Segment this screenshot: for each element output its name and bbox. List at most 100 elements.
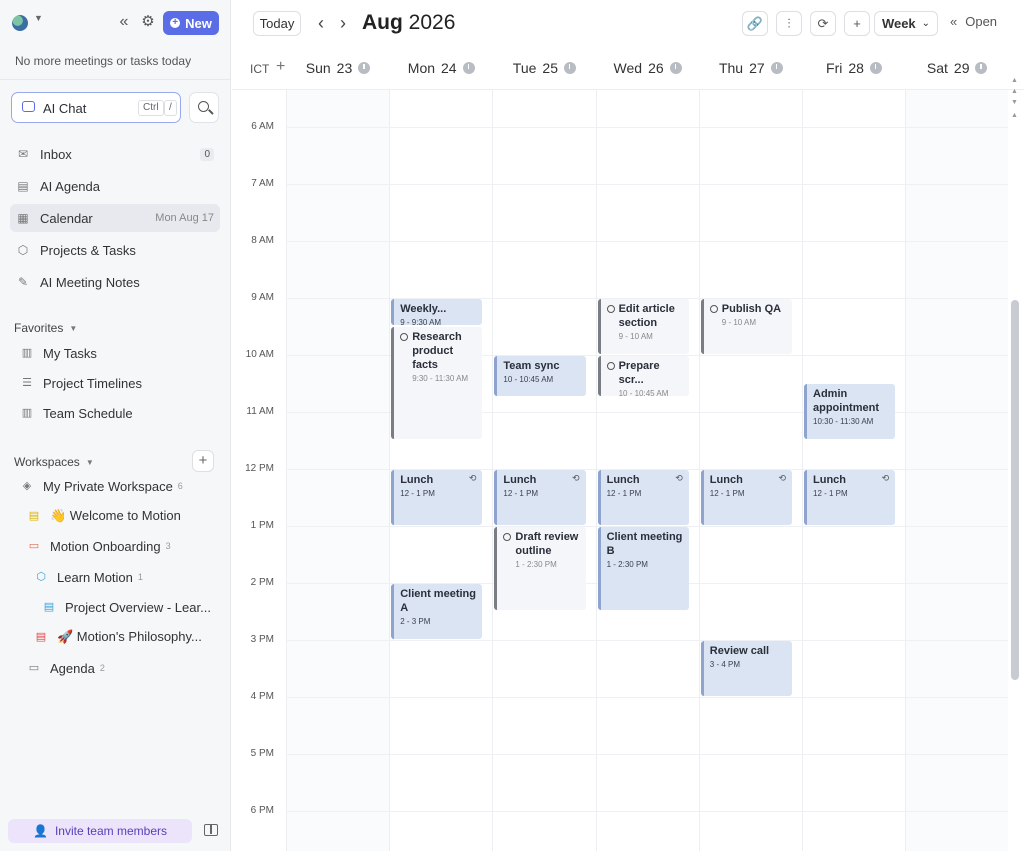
- clock-icon[interactable]: [669, 62, 682, 74]
- folder-agenda[interactable]: ▭ Agenda 2: [27, 657, 105, 679]
- project-learn-motion[interactable]: ⬡ Learn Motion 1: [34, 566, 143, 588]
- event-title: Research product facts: [412, 331, 462, 371]
- favorite-team-schedule[interactable]: ▥ Team Schedule: [20, 402, 133, 424]
- task-checkbox-icon[interactable]: [400, 333, 409, 341]
- event-block[interactable]: Client meeting B 1 - 2:30 PM: [597, 526, 689, 610]
- calendar-header: Today ‹ › Aug 2026 🔗 ⫶ ⟳ + Week ⌄ « Open: [232, 0, 1024, 48]
- new-button[interactable]: + New: [163, 11, 219, 35]
- event-block[interactable]: Admin appointment 10:30 - 11:30 AM: [804, 384, 896, 439]
- event-time: 10 - 10:45 AM: [618, 388, 669, 397]
- view-select[interactable]: Week ⌄: [874, 11, 938, 36]
- vertical-scrollbar[interactable]: [1011, 300, 1019, 680]
- favorite-project-timelines[interactable]: ☰ Project Timelines: [20, 372, 142, 394]
- sidebar-item-ai-meeting-notes[interactable]: ✎ AI Meeting Notes: [10, 268, 220, 296]
- event-block[interactable]: Review call 3 - 4 PM: [700, 640, 792, 696]
- folder-icon: ▭: [28, 540, 40, 552]
- scroll-up-icon[interactable]: ▲: [1011, 88, 1018, 95]
- chevron-down-icon[interactable]: ▼: [34, 13, 43, 23]
- day-header[interactable]: Sat 29: [905, 60, 1009, 76]
- cube-icon: ⬡: [36, 571, 46, 583]
- search-button[interactable]: [189, 92, 219, 123]
- link-icon[interactable]: 🔗: [742, 11, 768, 36]
- clock-icon[interactable]: [975, 62, 988, 74]
- timeline-icon: ☰: [22, 377, 32, 389]
- calendar-grid[interactable]: 6 AM 7 AM 8 AM 9 AM 10 AM 11 AM 12 PM 1 PM 2 PM 3…: [232, 90, 1008, 851]
- hour-label: 4 PM: [250, 690, 274, 702]
- sidebar-item-projects-tasks[interactable]: ⬡ Projects & Tasks: [10, 236, 220, 264]
- day-header[interactable]: Thu 27: [699, 60, 803, 76]
- task-block[interactable]: Draft review outline 1 - 2:30 PM: [494, 526, 586, 610]
- item-count: 6: [177, 481, 183, 491]
- folder-motion-onboarding[interactable]: ▭ Motion Onboarding 3: [27, 535, 171, 557]
- task-block[interactable]: Edit article section 9 - 10 AM: [597, 298, 689, 354]
- task-checkbox-icon[interactable]: [709, 304, 718, 313]
- previous-week-icon[interactable]: ‹: [312, 12, 330, 34]
- task-checkbox-icon[interactable]: [606, 304, 615, 313]
- scroll-up-icon[interactable]: ▲: [1011, 77, 1018, 84]
- event-time: 12 - 1 PM: [400, 488, 435, 498]
- refresh-icon[interactable]: ⟳: [810, 11, 836, 36]
- hour-label: 12 PM: [245, 462, 274, 474]
- clock-icon[interactable]: [358, 62, 371, 74]
- scroll-up-icon[interactable]: ▲: [1011, 112, 1018, 119]
- repeat-icon: ⟲: [778, 472, 786, 483]
- timezone-label[interactable]: ICT: [250, 62, 269, 76]
- clock-icon[interactable]: [563, 62, 576, 74]
- task-checkbox-icon[interactable]: [606, 361, 615, 370]
- add-event-icon[interactable]: +: [844, 11, 870, 36]
- workspace-avatar[interactable]: [12, 15, 28, 31]
- favorite-label: My Tasks: [43, 345, 97, 361]
- event-block[interactable]: Lunch 12 - 1 PM ⟲: [391, 469, 483, 525]
- add-timezone-icon[interactable]: +: [276, 58, 285, 76]
- day-header[interactable]: Sun 23: [286, 60, 390, 76]
- today-button[interactable]: Today: [253, 11, 301, 36]
- document-icon: ▤: [35, 631, 47, 643]
- day-header[interactable]: Mon 24: [389, 60, 493, 76]
- doc-project-overview[interactable]: ▤ Project Overview - Lear...: [42, 596, 211, 618]
- workspaces-header[interactable]: Workspaces ▼: [14, 455, 94, 469]
- task-block[interactable]: Prepare scr... 10 - 10:45 AM: [597, 355, 689, 397]
- sidebar-item-ai-agenda[interactable]: ▤ AI Agenda: [10, 172, 220, 200]
- clock-icon[interactable]: [770, 62, 783, 74]
- event-block[interactable]: Client meeting A 2 - 3 PM: [391, 583, 483, 639]
- event-title: Client meeting B: [606, 530, 683, 557]
- day-header[interactable]: Tue 25: [492, 60, 596, 76]
- event-block[interactable]: Lunch 12 - 1 PM ⟲: [804, 469, 896, 525]
- sidebar-item-inbox[interactable]: ✉ Inbox 0: [10, 140, 220, 168]
- workspace-my-private[interactable]: ◈ My Private Workspace 6: [20, 475, 183, 497]
- doc-motions-philosophy[interactable]: ▤ 🚀 Motion's Philosophy...: [34, 626, 202, 648]
- day-header[interactable]: Wed 26: [596, 60, 700, 76]
- event-block[interactable]: Lunch 12 - 1 PM ⟲: [597, 469, 689, 525]
- next-week-icon[interactable]: ›: [334, 12, 352, 34]
- calendar-date: Mon Aug 17: [155, 212, 214, 224]
- open-panel-button[interactable]: « Open: [950, 14, 997, 29]
- workspaces-title: Workspaces: [14, 455, 80, 469]
- sidebar-item-calendar[interactable]: ▦ Calendar Mon Aug 17: [10, 204, 220, 232]
- day-name: Wed: [613, 60, 643, 76]
- gear-icon[interactable]: ⚙: [138, 12, 158, 32]
- clock-icon[interactable]: [462, 62, 475, 74]
- filter-icon[interactable]: ⫶: [776, 11, 802, 36]
- ai-chat-button[interactable]: AI Chat Ctrl /: [11, 92, 181, 123]
- doc-welcome-to-motion[interactable]: ▤ 👋 Welcome to Motion: [27, 505, 181, 527]
- book-icon[interactable]: [204, 824, 218, 836]
- scroll-down-icon[interactable]: ▼: [1011, 99, 1018, 106]
- day-header[interactable]: Fri 28: [802, 60, 906, 76]
- task-block[interactable]: Research product facts 9:30 - 11:30 AM: [391, 327, 483, 439]
- event-time: 9 - 10 AM: [618, 331, 653, 341]
- invite-team-members-button[interactable]: 👤 Invite team members: [8, 819, 192, 843]
- event-block[interactable]: Team sync 10 - 10:45 AM: [494, 355, 586, 397]
- add-workspace-button[interactable]: +: [192, 450, 214, 472]
- task-checkbox-icon[interactable]: [503, 532, 512, 541]
- event-block[interactable]: Lunch 12 - 1 PM ⟲: [700, 469, 792, 525]
- collapse-sidebar-icon[interactable]: «: [114, 12, 134, 32]
- favorites-header[interactable]: Favorites ▼: [14, 321, 77, 335]
- task-block[interactable]: Publish QA 9 - 10 AM: [700, 298, 792, 354]
- event-block[interactable]: Weekly... 9 - 9:30 AM: [391, 298, 483, 325]
- event-block[interactable]: Lunch 12 - 1 PM ⟲: [494, 469, 586, 525]
- status-text: No more meetings or tasks today: [15, 54, 192, 68]
- favorite-my-tasks[interactable]: ▥ My Tasks: [20, 342, 97, 364]
- event-title: Team sync: [503, 359, 560, 372]
- clock-icon[interactable]: [869, 62, 882, 74]
- doc-label: 👋 Welcome to Motion: [50, 508, 181, 523]
